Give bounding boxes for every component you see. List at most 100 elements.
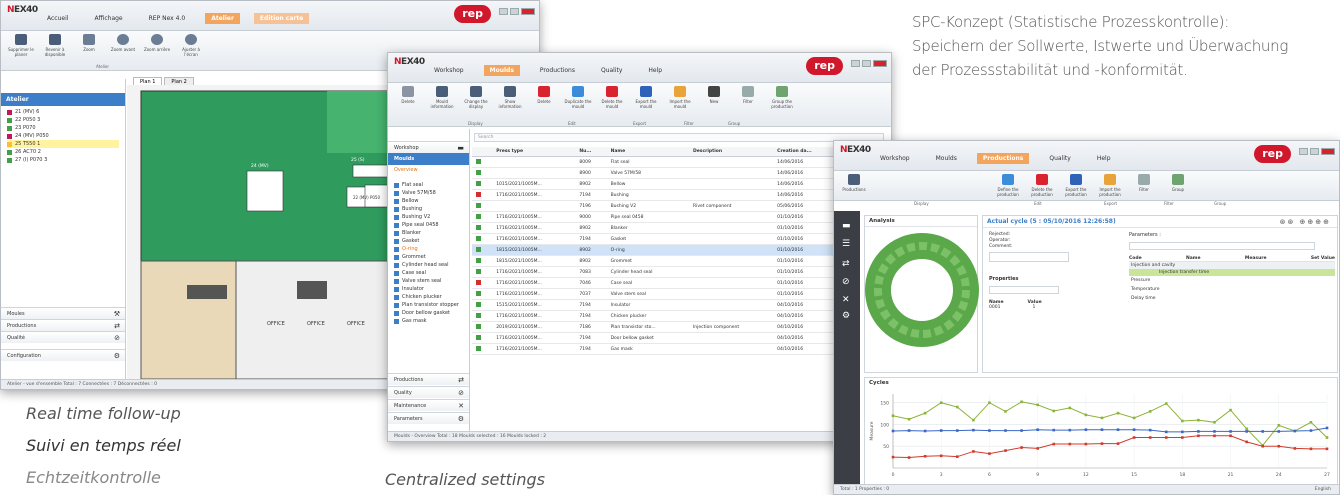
tree-item[interactable]: Bushing (394, 205, 463, 213)
tree-item[interactable]: Gas mask (394, 317, 463, 325)
win3-controls[interactable] (1299, 148, 1335, 155)
ribbon-change-display[interactable]: Change the display (462, 86, 490, 123)
prop-row[interactable]: 0001 1 (989, 305, 1075, 310)
ribbon-import-production[interactable]: Import the production (1096, 174, 1124, 197)
strip-icon[interactable]: ⚙ (842, 311, 850, 321)
table-row[interactable]: 8900 Valve 57M/58 14/06/2016 (472, 167, 891, 179)
tree-item[interactable]: Grommet (394, 253, 463, 261)
menu-quality[interactable]: Quality (595, 65, 628, 76)
comment-input[interactable] (989, 252, 1069, 262)
table-row[interactable]: 1815/2021/1005M...8902Grommet01/10/20160… (472, 255, 891, 267)
win1-controls[interactable] (499, 8, 535, 15)
strip-icon[interactable]: ✕ (842, 295, 850, 305)
menu-workshop[interactable]: Workshop (874, 153, 916, 164)
table-row[interactable]: 1716/2021/1005M...8902Blanker01/10/20160… (472, 222, 891, 234)
table-row[interactable]: 8009Flat seal14/06/201614/06/2016 (472, 156, 891, 168)
menu-accueil[interactable]: Accueil (41, 13, 74, 24)
ribbon-zoom[interactable]: Zoom (75, 34, 103, 67)
ribbon-fit[interactable]: Ajuster à l'écran (177, 34, 205, 67)
parameters-search[interactable] (1129, 242, 1315, 250)
col-name[interactable]: Name (606, 147, 689, 157)
ribbon-delete-1[interactable]: Delete (394, 86, 422, 123)
menu-productions[interactable]: Productions (534, 65, 581, 76)
tree-item[interactable]: Bellow (394, 197, 463, 205)
tree-item[interactable]: Pipe seal 0458 (394, 221, 463, 229)
tree-item[interactable]: Valve 57M/58 (394, 189, 463, 197)
param-group[interactable]: Delay time (1129, 294, 1335, 303)
tree-item[interactable]: O-ring (394, 245, 463, 253)
param-group[interactable]: Pressure (1129, 276, 1335, 285)
strip-icon[interactable]: ▬ (842, 221, 851, 231)
param-group[interactable]: Temperature (1129, 285, 1335, 294)
ribbon-delete-mould[interactable]: Delete the mould (598, 86, 626, 123)
ribbon-revenir[interactable]: Revenir à disponible (41, 34, 69, 67)
sidebar-maintenance[interactable]: Maintenance ✕ (388, 399, 469, 411)
tree-item[interactable]: Flat seal (394, 181, 463, 189)
ribbon-delete-production[interactable]: Delete the production (1028, 174, 1056, 197)
tree-item[interactable]: Chicken plucker (394, 293, 463, 301)
tree-item[interactable]: Cylinder head seal (394, 261, 463, 269)
tree-item[interactable]: Blanker (394, 229, 463, 237)
ribbon-show-info[interactable]: Show information (496, 86, 524, 123)
col-description[interactable]: Description (688, 147, 774, 157)
col-creation-date[interactable]: Creation da... (773, 147, 840, 157)
table-row[interactable]: 1716/2021/1005M... 7046 Case seal 01/10/201… (472, 277, 891, 289)
sidebtn-qualite[interactable]: Qualité ⊘ (1, 331, 125, 343)
tree-item[interactable]: Gasket (394, 237, 463, 245)
sidebar-productions[interactable]: Productions ⇄ (388, 373, 469, 385)
mould-search-input[interactable]: Search (474, 133, 884, 142)
col-press-type[interactable]: Press type (492, 147, 576, 157)
table-row[interactable]: 1716/2021/1005M... 7194 Door bellow gasket… (472, 332, 891, 344)
param-row[interactable]: Injection transfer time (1129, 269, 1335, 276)
strip-icon[interactable]: ⊘ (842, 277, 850, 287)
table-row[interactable]: 1716/2021/1005M... 7194 Gas mask 04/10/2016… (472, 343, 891, 355)
menu-help[interactable]: Help (1091, 153, 1117, 164)
table-row[interactable]: 1015/2021/1005M...8902Bellow14/06/201614… (472, 178, 891, 190)
table-row[interactable]: 1716/2021/1005M... 9000 Pipe seal 0458 01/1… (472, 211, 891, 223)
table-row[interactable]: 2019/2021/1005M... 7186 Plan transistor st… (472, 321, 891, 333)
menu-edition-carte[interactable]: Edition carte (253, 13, 310, 24)
ribbon-mould-info[interactable]: Mould information (428, 86, 456, 123)
sidebtn-productions[interactable]: Productions ⇄ (1, 319, 125, 331)
ribbon-supprimer[interactable]: Supprimer le planer (7, 34, 35, 67)
ribbon-zoom-in[interactable]: Zoom avant (109, 34, 137, 67)
tree-item[interactable]: Case seal (394, 269, 463, 277)
press-item[interactable]: 22 P050 3 (7, 116, 119, 124)
menu-rep-nex[interactable]: REP Nex 4.0 (143, 13, 192, 24)
sidebar-workshop[interactable]: Workshop ▬ (388, 141, 469, 153)
sidebtn-configuration[interactable]: Configuration ⚙ (1, 349, 125, 361)
tree-item[interactable]: Door bellow gasket (394, 309, 463, 317)
menu-help[interactable]: Help (642, 65, 668, 76)
properties-search[interactable] (989, 286, 1059, 294)
sidebar-quality[interactable]: Quality ⊘ (388, 386, 469, 398)
table-row[interactable]: 1515/2021/1005M... 7194 Insulator 04/10/201… (472, 299, 891, 311)
tree-item[interactable]: Insulator (394, 285, 463, 293)
table-row[interactable]: 1716/2021/1005M...7194Bushing14/06/20161… (472, 189, 891, 201)
ribbon-zoom-out[interactable]: Zoom arrière (143, 34, 171, 67)
ribbon-define-production[interactable]: Define the production (994, 174, 1022, 197)
param-group[interactable]: Injection and cavity (1129, 262, 1335, 269)
ribbon-export-production[interactable]: Export the production (1062, 174, 1090, 197)
menu-moulds[interactable]: Moulds (483, 65, 520, 76)
tree-item[interactable]: Valve stem seal (394, 277, 463, 285)
ribbon-group[interactable]: Group (1164, 174, 1192, 197)
tree-item[interactable]: Bushing V2 (394, 213, 463, 221)
sidebar-moulds[interactable]: Moulds (388, 153, 469, 165)
menu-affichage[interactable]: Affichage (88, 13, 128, 24)
tree-item[interactable]: Plan transistor stopper (394, 301, 463, 309)
press-item[interactable]: 24 (MV) P050 (7, 132, 119, 140)
win2-controls[interactable] (851, 60, 887, 67)
table-row[interactable]: 1815/2021/1005M...8902O-ring01/10/201601… (472, 244, 891, 256)
menu-quality[interactable]: Quality (1043, 153, 1076, 164)
ribbon-productions[interactable]: Productions (840, 174, 868, 197)
ribbon-import[interactable]: Import the mould (666, 86, 694, 123)
strip-icon[interactable]: ⇄ (842, 259, 850, 269)
sidebar-overview[interactable]: Overview (388, 165, 469, 175)
table-row[interactable]: 1716/2021/1005M... 7083 Cylinder head seal… (472, 266, 891, 278)
press-item[interactable]: 21 (MV) 6 (7, 108, 119, 116)
table-row[interactable]: 7196 Bushing V2 Rivet component 05/06/2016 (472, 200, 891, 212)
menu-productions[interactable]: Productions (976, 153, 1030, 164)
cycle-nav[interactable]: ⊛⊛ ⊕⊕⊕⊕ (1280, 218, 1331, 226)
press-item[interactable]: 23 P070 (7, 124, 119, 132)
ribbon-filter[interactable]: Filter (1130, 174, 1158, 197)
